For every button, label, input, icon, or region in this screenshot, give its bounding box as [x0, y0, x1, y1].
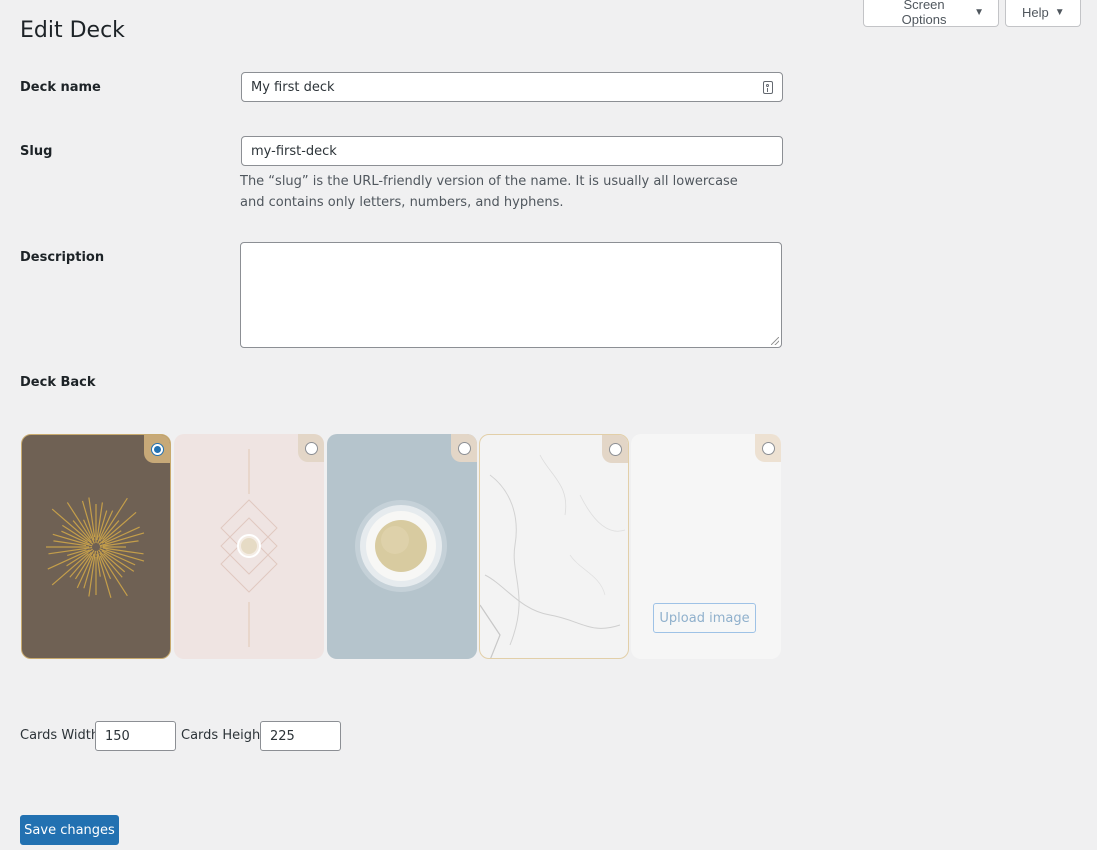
- resize-handle-icon[interactable]: [771, 337, 779, 345]
- deck-back-radio-5[interactable]: [761, 441, 775, 455]
- save-changes-button[interactable]: Save changes: [20, 815, 119, 845]
- marble-pattern-icon: [480, 454, 626, 658]
- slug-label: Slug: [20, 144, 53, 159]
- deck-back-option-2[interactable]: [174, 434, 324, 659]
- cards-height-input[interactable]: 225: [260, 721, 341, 751]
- cards-width-input[interactable]: 150: [95, 721, 176, 751]
- screen-options-label: Screen Options: [901, 0, 947, 27]
- sunburst-ray: [88, 550, 97, 597]
- deck-back-option-upload[interactable]: Upload image: [631, 434, 781, 659]
- description-textarea[interactable]: [240, 242, 782, 348]
- caret-down-icon: ▼: [974, 6, 984, 18]
- cards-height-value: 225: [270, 728, 295, 744]
- deck-name-input[interactable]: My first deck: [241, 72, 783, 102]
- help-button[interactable]: Help ▼: [1005, 0, 1081, 27]
- cards-width-value: 150: [105, 728, 130, 744]
- caret-down-icon: ▼: [1054, 6, 1065, 18]
- deck-back-radio-4[interactable]: [608, 442, 622, 456]
- deck-back-radio-1[interactable]: [150, 442, 164, 456]
- geometric-diamond-pattern-icon: [220, 449, 278, 647]
- deck-name-value: My first deck: [251, 79, 335, 95]
- cards-width-label: Cards Width: [20, 728, 100, 743]
- screen-options-button[interactable]: Screen Options ▼: [863, 0, 999, 27]
- description-label: Description: [20, 250, 105, 265]
- password-manager-icon[interactable]: [763, 80, 773, 94]
- cards-height-label: Cards Height: [181, 728, 266, 743]
- sunburst-ray: [66, 502, 92, 539]
- moon-pattern-icon: [355, 500, 447, 592]
- deck-back-radio-2[interactable]: [304, 441, 318, 455]
- deck-back-radio-3[interactable]: [457, 441, 471, 455]
- slug-input[interactable]: my-first-deck: [241, 136, 783, 166]
- slug-help-text: The “slug” is the URL-friendly version o…: [240, 174, 738, 210]
- sunburst-pattern-icon: [46, 497, 145, 599]
- deck-name-label: Deck name: [20, 80, 101, 95]
- slug-value: my-first-deck: [251, 143, 337, 159]
- upload-image-button[interactable]: Upload image: [653, 603, 756, 633]
- help-label: Help: [1022, 4, 1049, 20]
- deck-back-option-1[interactable]: [21, 434, 171, 659]
- page-title: Edit Deck: [20, 18, 125, 43]
- deck-back-option-4[interactable]: [479, 434, 629, 659]
- deck-back-label: Deck Back: [20, 375, 96, 390]
- deck-back-option-3[interactable]: [327, 434, 477, 659]
